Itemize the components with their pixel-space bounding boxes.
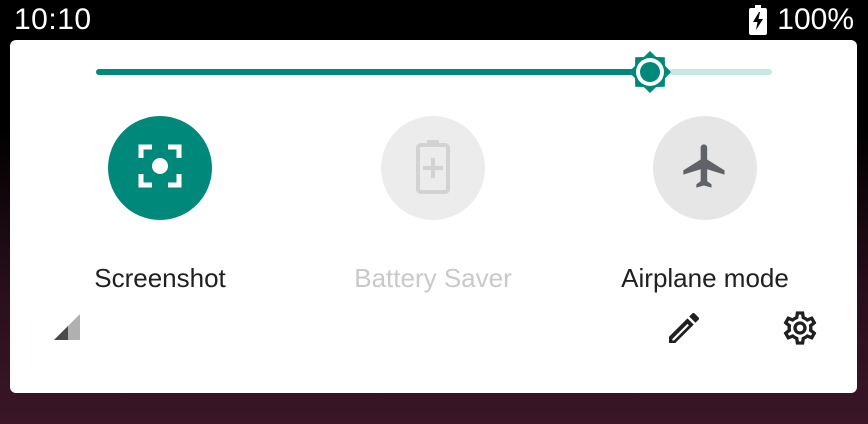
tile-airplane-mode-label: Airplane mode xyxy=(621,263,789,293)
brightness-fill xyxy=(96,69,650,75)
tile-battery-saver-label: Battery Saver xyxy=(354,263,512,293)
tile-battery-saver[interactable]: Battery Saver xyxy=(323,116,543,296)
battery-percentage: 100% xyxy=(777,3,854,36)
battery-saver-icon xyxy=(416,138,450,199)
settings-icon[interactable] xyxy=(780,308,820,348)
quick-settings-panel: Screenshot Battery Saver Airplane mode xyxy=(10,40,857,393)
battery-charging-icon xyxy=(749,5,768,35)
edit-icon[interactable] xyxy=(664,308,704,348)
screenshot-icon xyxy=(135,141,185,196)
brightness-slider[interactable] xyxy=(96,50,772,94)
tile-screenshot-label: Screenshot xyxy=(94,263,226,293)
tile-battery-saver-button[interactable] xyxy=(381,116,485,220)
tile-screenshot[interactable]: Screenshot xyxy=(50,116,270,296)
airplane-icon xyxy=(679,140,731,197)
tile-airplane-mode[interactable]: Airplane mode xyxy=(595,116,815,296)
tile-airplane-mode-button[interactable] xyxy=(653,116,757,220)
tile-screenshot-button[interactable] xyxy=(108,116,212,220)
brightness-icon[interactable] xyxy=(628,50,672,94)
signal-icon[interactable] xyxy=(52,312,82,342)
status-bar: 10:10 100% xyxy=(0,0,868,40)
status-time: 10:10 xyxy=(14,3,92,36)
status-right: 100% xyxy=(749,2,854,38)
